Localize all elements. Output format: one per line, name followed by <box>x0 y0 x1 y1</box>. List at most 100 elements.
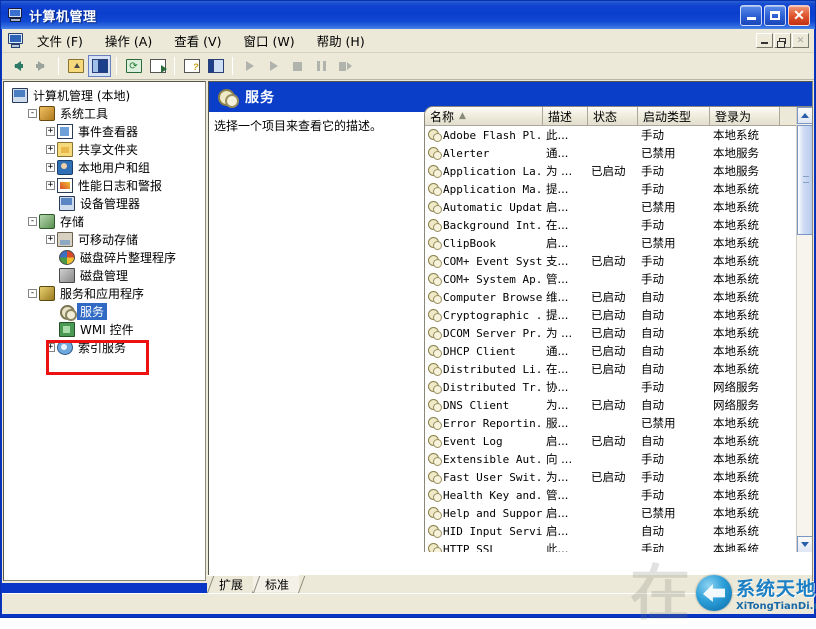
table-row[interactable]: Distributed Tr...协...手动网络服务 <box>425 378 797 396</box>
tree-wmi-control[interactable]: WMI 控件 <box>4 320 205 338</box>
console-tree-pane[interactable]: 计算机管理 (本地)-系统工具+事件查看器+共享文件夹+本地用户和组+性能日志和… <box>3 81 206 581</box>
tab-label: 扩展 <box>219 576 243 593</box>
tree-computer-management[interactable]: 计算机管理 (本地) <box>4 86 205 104</box>
table-row[interactable]: HID Input Service启...自动本地系统 <box>425 522 797 540</box>
window-title: 计算机管理 <box>29 6 740 25</box>
tree-node-label: 服务和应用程序 <box>57 285 144 302</box>
expand-icon[interactable]: + <box>46 127 55 136</box>
collapse-icon[interactable]: - <box>28 289 37 298</box>
mdi-minimize-button[interactable] <box>756 33 773 48</box>
table-row[interactable]: ClipBook启...已禁用本地系统 <box>425 234 797 252</box>
expand-icon[interactable]: + <box>46 235 55 244</box>
tree-removable-storage[interactable]: + 可移动存储 <box>4 230 205 248</box>
mdi-restore-button[interactable] <box>774 33 791 48</box>
scrollbar-thumb[interactable] <box>797 125 812 235</box>
expand-icon[interactable]: + <box>46 145 55 154</box>
table-row[interactable]: DHCP Client通...已启动自动本地系统 <box>425 342 797 360</box>
back-icon[interactable] <box>6 55 29 77</box>
refresh-icon[interactable]: ⟳ <box>122 55 145 77</box>
table-row[interactable]: Computer Browser维...已启动自动本地系统 <box>425 288 797 306</box>
tree-services[interactable]: 服务 <box>4 302 205 320</box>
tree-shared-folders[interactable]: +共享文件夹 <box>4 140 205 158</box>
service-name-cell: Adobe Flash Pl... <box>425 129 543 142</box>
tab-standard[interactable]: 标准 <box>253 575 299 592</box>
menu-file[interactable]: 文件 (F) <box>26 28 94 53</box>
expand-icon[interactable]: + <box>46 163 55 172</box>
expand-icon[interactable]: + <box>46 343 55 352</box>
col-status[interactable]: 状态 <box>588 107 638 125</box>
table-row[interactable]: Fast User Swit...为...已启动手动本地系统 <box>425 468 797 486</box>
mdi-child-controls: ✕ <box>756 33 814 48</box>
service-name-cell: ClipBook <box>425 237 543 250</box>
close-button[interactable]: ✕ <box>788 5 810 26</box>
table-row[interactable]: Automatic Updates启...已禁用本地系统 <box>425 198 797 216</box>
collapse-icon[interactable]: - <box>28 109 37 118</box>
col-description[interactable]: 描述 <box>543 107 588 125</box>
tree-system-tools[interactable]: -系统工具 <box>4 104 205 122</box>
export-list-icon[interactable] <box>146 55 169 77</box>
tree-node-label: 存储 <box>57 213 84 230</box>
tab-extended[interactable]: 扩展 <box>207 575 253 592</box>
tree-services-and-applications[interactable]: - 服务和应用程序 <box>4 284 205 302</box>
table-row[interactable]: Event Log启...已启动自动本地系统 <box>425 432 797 450</box>
table-row[interactable]: Application La...为 ...已启动手动本地服务 <box>425 162 797 180</box>
tree-indexing-service[interactable]: +索引服务 <box>4 338 205 356</box>
up-one-level-icon[interactable] <box>64 55 87 77</box>
tree-node-label: 可移动存储 <box>75 231 138 248</box>
maximize-button[interactable] <box>764 5 786 26</box>
table-row[interactable]: DCOM Server Pr...为 ...已启动自动本地系统 <box>425 324 797 342</box>
service-name-text: Distributed Li... <box>443 363 543 376</box>
toolbar-separator <box>116 57 117 75</box>
help-icon[interactable] <box>204 55 227 77</box>
menu-view[interactable]: 查看 (V) <box>163 28 232 53</box>
pause-service-icon <box>310 55 333 77</box>
table-row[interactable]: COM+ Event System支...已启动手动本地系统 <box>425 252 797 270</box>
menu-window[interactable]: 窗口 (W) <box>232 28 305 53</box>
tree-device-manager[interactable]: 设备管理器 <box>4 194 205 212</box>
col-logon[interactable]: 登录为 <box>710 107 780 125</box>
table-row[interactable]: Health Key and...管...手动本地系统 <box>425 486 797 504</box>
minimize-button[interactable] <box>740 5 762 26</box>
resize-grip-icon[interactable] <box>797 597 811 611</box>
table-row[interactable]: Distributed Li...在...已启动自动本地系统 <box>425 360 797 378</box>
menu-help[interactable]: 帮助 (H) <box>306 28 376 53</box>
table-row[interactable]: Error Reportin...服...已禁用本地系统 <box>425 414 797 432</box>
scroll-down-button[interactable] <box>797 536 812 552</box>
service-description-cell: 启... <box>543 433 588 449</box>
tree-event-viewer[interactable]: +事件查看器 <box>4 122 205 140</box>
collapse-icon[interactable]: - <box>28 217 37 226</box>
services-list[interactable]: 名称▲描述状态启动类型登录为 Adobe Flash Pl...此...手动本地… <box>424 106 812 552</box>
disk-management-icon <box>59 268 75 283</box>
table-row[interactable]: Adobe Flash Pl...此...手动本地系统 <box>425 126 797 144</box>
expand-icon[interactable]: + <box>46 181 55 190</box>
table-row[interactable]: HTTP SSL此...手动本地系统 <box>425 540 797 552</box>
service-name-text: COM+ Event System <box>443 255 543 268</box>
show-hide-console-tree-icon[interactable] <box>88 55 111 77</box>
col-startup[interactable]: 启动类型 <box>638 107 710 125</box>
scrollbar-track[interactable] <box>797 235 812 535</box>
table-row[interactable]: COM+ System Ap...管...手动本地系统 <box>425 270 797 288</box>
tree-storage[interactable]: - 存储 <box>4 212 205 230</box>
tree-disk-management[interactable]: 磁盘管理 <box>4 266 205 284</box>
service-startup-type-cell: 手动 <box>638 163 710 179</box>
table-row[interactable]: Help and Support启...已禁用本地系统 <box>425 504 797 522</box>
service-status-cell: 已启动 <box>588 325 638 341</box>
table-row[interactable]: DNS Client为...已启动自动网络服务 <box>425 396 797 414</box>
start-service-icon <box>238 55 261 77</box>
scroll-up-button[interactable] <box>797 107 812 124</box>
col-name[interactable]: 名称▲ <box>425 107 543 125</box>
table-row[interactable]: Cryptographic ...提...已启动自动本地系统 <box>425 306 797 324</box>
table-row[interactable]: Alerter通...已禁用本地服务 <box>425 144 797 162</box>
table-row[interactable]: Application Ma...提...手动本地系统 <box>425 180 797 198</box>
tree-disk-defragmenter[interactable]: 磁盘碎片整理程序 <box>4 248 205 266</box>
mdi-close-button[interactable]: ✕ <box>792 33 809 48</box>
services-list-scrollbar[interactable] <box>796 107 812 552</box>
table-row[interactable]: Background Int...在...手动本地系统 <box>425 216 797 234</box>
service-name-text: Computer Browser <box>443 291 543 304</box>
table-row[interactable]: Extensible Aut...向 ...手动本地系统 <box>425 450 797 468</box>
menu-action[interactable]: 操作 (A) <box>94 28 163 53</box>
tree-performance-logs-and-alerts[interactable]: +性能日志和警报 <box>4 176 205 194</box>
tree-local-users-and-groups[interactable]: +本地用户和组 <box>4 158 205 176</box>
service-name-text: Application Ma... <box>443 183 543 196</box>
properties-icon[interactable]: ? <box>180 55 203 77</box>
